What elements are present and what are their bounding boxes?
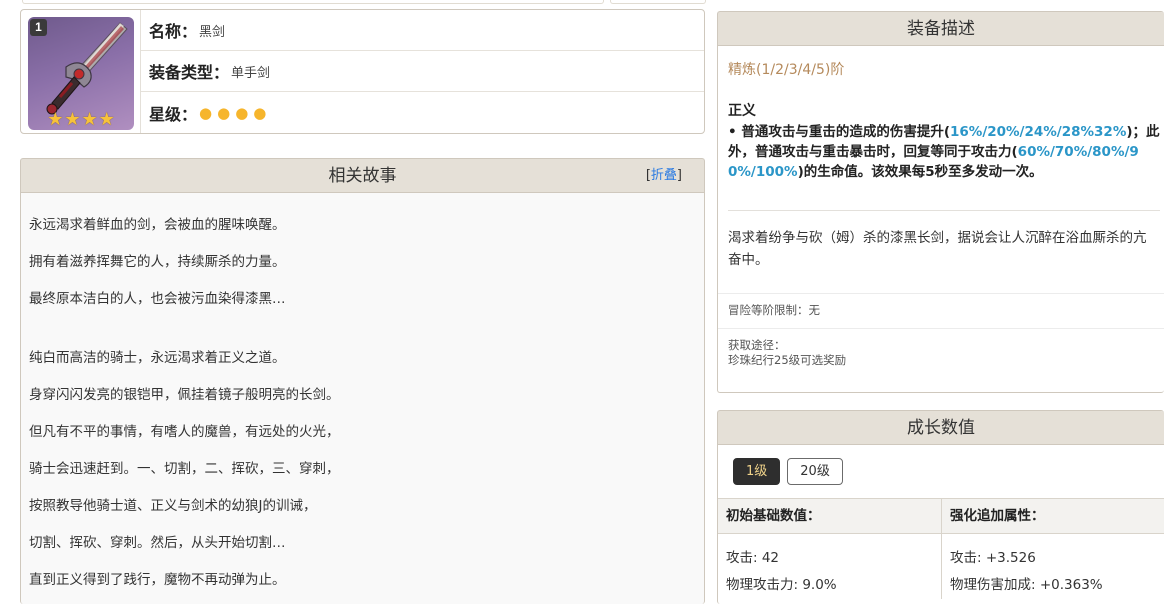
story-line: 永远渴求着鲜血的剑，会被血的腥味唤醒。 <box>29 217 286 233</box>
base-stat: 物理攻击力: 9.0% <box>726 577 837 593</box>
star-icon: ★ <box>47 109 64 130</box>
story-line: 按照教导他骑士道、正义与剑术的幼狼J的训诫， <box>29 498 317 514</box>
story-header: 相关故事 [折叠] <box>21 159 704 193</box>
weapon-attributes: 名称： 黑剑 装备类型： 单手剑 星级： ● ● ● ● <box>141 10 704 133</box>
star-icon: ★ <box>98 109 115 130</box>
obtain-label: 获取途径： <box>728 338 786 352</box>
description-header: 装备描述 <box>718 12 1164 46</box>
bonus-stats-body: 攻击: +3.526 物理伤害加成: +0.363% <box>942 534 1164 599</box>
story-line: 纯白而高洁的骑士，永远渴求着正义之道。 <box>29 350 286 366</box>
refine-level-badge: 1 <box>30 19 47 36</box>
passive-value: 16%/20%/24%/28%32% <box>950 124 1127 140</box>
previous-panel-edge <box>610 0 706 4</box>
flavor-text: 渴求着纷争与砍（姆）杀的漆黑长剑，据说会让人沉醉在浴血厮杀的亢奋中。 <box>728 230 1147 268</box>
adventure-rank-limit: 冒险等阶限制：无 <box>728 303 820 317</box>
weapon-info-card: 1 ★ ★ ★ ★ 名称： 黑剑 装备类型： 单手剑 星级： ● ● ● ● <box>20 9 705 134</box>
story-body: 永远渴求着鲜血的剑，会被血的腥味唤醒。 拥有着滋养挥舞它的人，持续厮杀的力量。 … <box>21 193 704 604</box>
star-icon: ★ <box>81 109 98 130</box>
story-title: 相关故事 <box>328 166 397 186</box>
star-icon: ● <box>217 103 231 122</box>
base-stats-header: 初始基础数值： <box>718 499 941 534</box>
rarity-label: 星级： <box>149 104 198 124</box>
name-label: 名称： <box>149 22 198 41</box>
story-line: 切割、挥砍、穿刺。然后，从头开始切割… <box>29 535 286 551</box>
weapon-name: 黑剑 <box>199 24 226 40</box>
fold-toggle[interactable]: [折叠] <box>646 159 682 193</box>
bonus-stat: 物理伤害加成: +0.363% <box>950 577 1103 593</box>
base-stat: 攻击: 42 <box>726 550 780 566</box>
bonus-stats-header: 强化追加属性： <box>942 499 1164 534</box>
stat-table: 初始基础数值： 攻击: 42 物理攻击力: 9.0% 强化追加属性： 攻击: +… <box>718 498 1164 599</box>
base-stats-column: 初始基础数值： 攻击: 42 物理攻击力: 9.0% <box>718 499 941 599</box>
level-1-button[interactable]: 1级 <box>733 458 781 485</box>
refine-levels: 精炼(1/2/3/4/5)阶 <box>728 62 845 78</box>
rarity-stars: ● ● ● ● <box>199 104 271 122</box>
level-tabs: 1级 20级 <box>718 445 1164 498</box>
type-row: 装备类型： 单手剑 <box>141 51 704 92</box>
type-label: 装备类型： <box>149 63 230 82</box>
previous-panel-edge <box>22 0 604 4</box>
bonus-stat: 攻击: +3.526 <box>950 550 1036 566</box>
black-sword-icon: 1 ★ ★ ★ ★ <box>28 17 134 130</box>
fold-link[interactable]: 折叠 <box>651 168 677 183</box>
description-title: 装备描述 <box>907 19 975 39</box>
story-line: 身穿闪闪发亮的银铠甲，佩挂着镜子般明亮的长剑。 <box>29 387 340 403</box>
base-stats-body: 攻击: 42 物理攻击力: 9.0% <box>718 534 941 599</box>
passive-block: 正义 • 普通攻击与重击的造成的伤害提升(16%/20%/24%/28%32%)… <box>718 88 1164 182</box>
star-icon: ★ <box>64 109 81 130</box>
growth-title: 成长数值 <box>907 418 975 438</box>
story-line: 直到正义得到了践行，魔物不再动弹为止。 <box>29 572 286 588</box>
level-20-button[interactable]: 20级 <box>787 458 843 485</box>
growth-panel: 成长数值 1级 20级 初始基础数值： 攻击: 42 物理攻击力: 9.0% 强… <box>717 410 1164 604</box>
star-icon: ● <box>199 103 213 122</box>
passive-effect: • 普通攻击与重击的造成的伤害提升(16%/20%/24%/28%32%)；此外… <box>728 122 1164 182</box>
story-line: 但凡有不平的事情，有嗜人的魔兽，有远处的火光， <box>29 424 340 440</box>
growth-header: 成长数值 <box>718 411 1164 445</box>
star-icon: ● <box>235 103 249 122</box>
name-row: 名称： 黑剑 <box>141 10 704 51</box>
story-panel: 相关故事 [折叠] 永远渴求着鲜血的剑，会被血的腥味唤醒。 拥有着滋养挥舞它的人… <box>20 158 705 604</box>
rarity-stars: ★ ★ ★ ★ <box>28 110 134 130</box>
description-panel: 装备描述 精炼(1/2/3/4/5)阶 正义 • 普通攻击与重击的造成的伤害提升… <box>717 11 1164 393</box>
passive-name: 正义 <box>728 103 756 119</box>
story-line: 拥有着滋养挥舞它的人，持续厮杀的力量。 <box>29 254 286 270</box>
weapon-icon-cell: 1 ★ ★ ★ ★ <box>21 10 141 133</box>
rarity-row: 星级： ● ● ● ● <box>141 92 704 133</box>
story-line: 最终原本洁白的人，也会被污血染得漆黑… <box>29 291 286 307</box>
passive-text-part: • 普通攻击与重击的造成的伤害提升( <box>728 124 950 140</box>
weapon-type: 单手剑 <box>231 65 271 81</box>
fold-bracket-close: ] <box>676 168 682 183</box>
bonus-stats-column: 强化追加属性： 攻击: +3.526 物理伤害加成: +0.363% <box>941 499 1164 599</box>
star-icon: ● <box>253 103 267 122</box>
obtain-value: 珍珠纪行25级可选奖励 <box>728 353 847 367</box>
passive-text-part: )的生命值。该效果每5秒至多发动一次。 <box>797 164 1043 180</box>
story-line: 骑士会迅速赶到。一、切割，二、挥砍，三、穿刺， <box>29 461 340 477</box>
